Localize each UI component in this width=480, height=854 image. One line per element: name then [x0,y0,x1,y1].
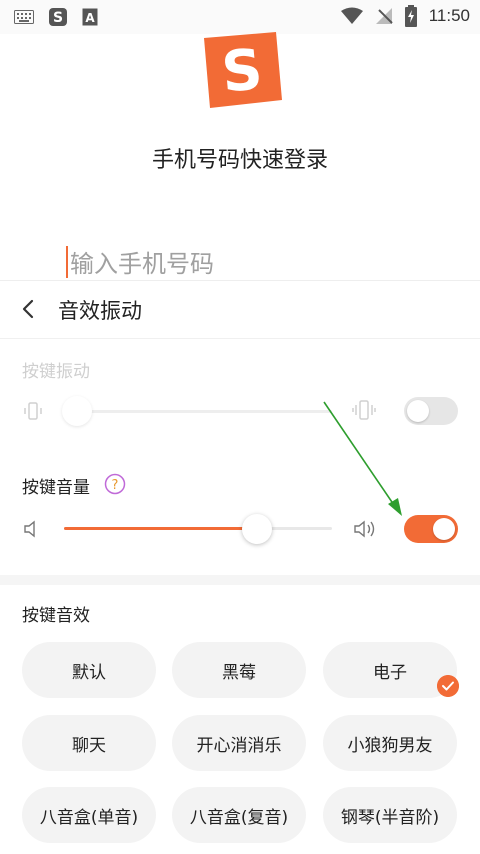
panel-title: 音效振动 [58,299,142,323]
section-divider [0,575,480,585]
effect-option-blackberry[interactable]: 黑莓 [172,642,306,698]
volume-slider-fill [64,527,257,530]
selected-check-icon [437,675,459,697]
vibration-toggle-knob [407,400,429,422]
svg-text:S: S [53,10,63,26]
status-bar: S A 11:50 [0,0,480,34]
speaker-low-icon [24,520,35,538]
annotation-arrow-icon [323,401,402,516]
effects-label: 按键音效 [22,606,90,626]
effect-option-happy-match[interactable]: 开心消消乐 [172,715,306,771]
volume-slider-thumb[interactable] [241,514,272,544]
volume-label: 按键音量 [22,478,90,498]
login-title: 手机号码快速登录 [151,148,328,173]
svg-text:S: S [219,37,265,105]
sound-vibration-panel: 音效振动 按键振动 按键音量 ? 按键音效 默认 黑莓 电子 聊天 开心消消乐 … [0,280,480,854]
effect-option-piano-chromatic[interactable]: 钢琴(半音阶) [323,787,457,843]
back-arrow-icon[interactable] [18,297,40,321]
vibration-slider[interactable] [64,410,332,413]
vibration-label: 按键振动 [22,362,90,382]
speaker-high-icon [354,520,375,538]
phone-input[interactable]: 输入手机号码 [66,244,426,278]
vibration-low-icon [24,402,42,420]
help-question-icon[interactable]: ? [104,473,126,495]
svg-text:?: ? [112,478,119,493]
text-caret [66,246,68,278]
svg-text:A: A [85,11,95,25]
effect-option-default[interactable]: 默认 [22,642,156,698]
vibration-slider-thumb[interactable] [62,396,93,426]
status-time: 11:50 [428,6,470,25]
effect-option-chat[interactable]: 聊天 [22,715,156,771]
effect-option-wolf-boyfriend[interactable]: 小狼狗男友 [323,715,457,771]
phone-placeholder: 输入手机号码 [70,250,214,278]
keyboard-icon [14,10,34,24]
battery-charging-icon [404,5,417,27]
wifi-icon [340,7,363,24]
sogou-logo: S [204,32,282,108]
sogou-s-icon: S [49,8,67,26]
volume-toggle[interactable] [404,515,458,543]
volume-toggle-knob [433,518,455,540]
effect-option-musicbox-multi[interactable]: 八音盒(复音) [172,787,306,843]
effect-option-musicbox-single[interactable]: 八音盒(单音) [22,787,156,843]
vibration-toggle[interactable] [404,397,458,425]
panel-header: 音效振动 [0,281,480,339]
no-signal-icon [375,8,393,24]
a-notification-icon: A [82,8,98,26]
